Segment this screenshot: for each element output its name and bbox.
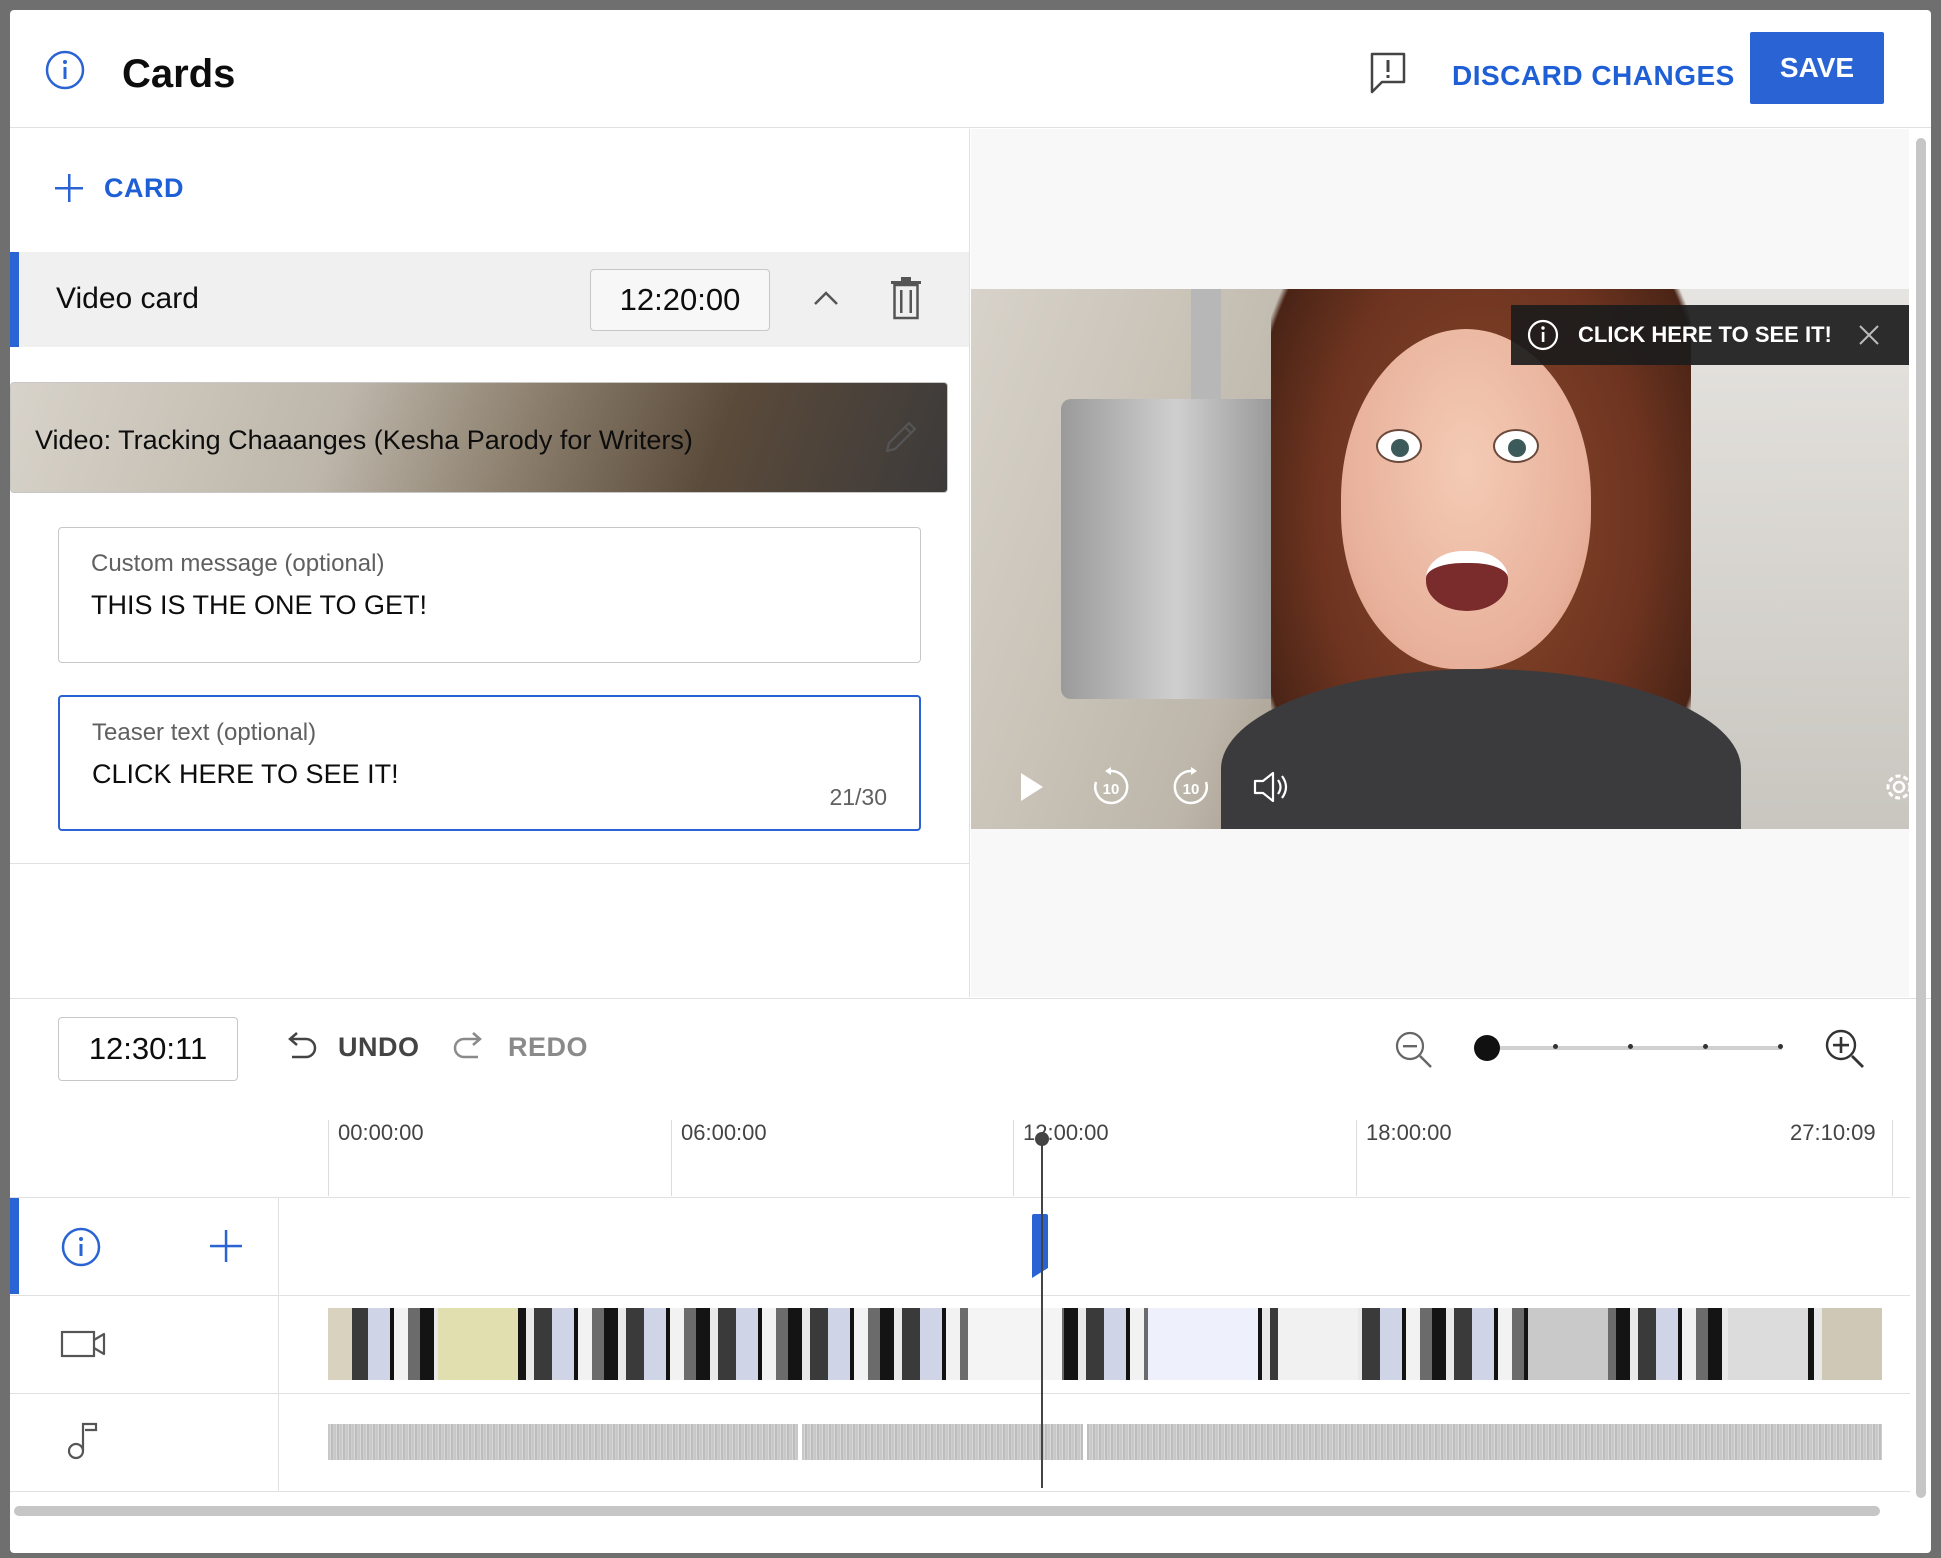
filmstrip-frame: [1728, 1308, 1808, 1380]
add-card-label: CARD: [104, 173, 184, 204]
video-filmstrip: [328, 1308, 1882, 1380]
video-person-eye: [1493, 429, 1539, 463]
preview-panel: CLICK HERE TO SEE IT! 10 10: [971, 129, 1909, 997]
video-person-face: [1341, 329, 1591, 669]
redo-icon: [450, 1027, 490, 1067]
chevron-up-icon[interactable]: [809, 282, 843, 316]
feedback-icon[interactable]: [1368, 50, 1408, 96]
waveform-gap: [798, 1424, 802, 1460]
svg-text:10: 10: [1103, 781, 1120, 798]
save-button[interactable]: SAVE: [1750, 32, 1884, 104]
selected-video-field[interactable]: Video: Tracking Chaaanges (Kesha Parody …: [10, 382, 948, 493]
add-card-track-icon[interactable]: [206, 1226, 246, 1266]
ruler-tick: [671, 1120, 672, 1196]
teaser-text-label: Teaser text (optional): [92, 719, 316, 747]
zoom-slider-knob[interactable]: [1474, 1035, 1500, 1061]
card-item-header[interactable]: Video card 12:20:00: [10, 252, 969, 347]
undo-button[interactable]: UNDO: [280, 1027, 420, 1067]
divider: [10, 1295, 1910, 1296]
filmstrip-frame: [968, 1308, 1062, 1380]
zoom-step-dot: [1628, 1044, 1633, 1049]
card-editor-panel: CARD Video card 12:20:00 Video: Tracking…: [10, 129, 970, 997]
selected-video-title: Video: Tracking Chaaanges (Kesha Parody …: [35, 425, 693, 456]
undo-icon: [280, 1027, 320, 1067]
custom-message-field[interactable]: Custom message (optional) THIS IS THE ON…: [58, 527, 921, 663]
timeline-current-time[interactable]: 12:30:11: [58, 1017, 238, 1081]
card-teaser-overlay[interactable]: CLICK HERE TO SEE IT!: [1511, 305, 1909, 365]
vertical-scrollbar[interactable]: [1916, 138, 1926, 1498]
plus-icon: [52, 171, 86, 205]
ruler-label: 06:00:00: [681, 1120, 767, 1146]
ruler-label: 27:10:09: [1790, 1120, 1876, 1146]
music-note-icon: [66, 1420, 102, 1460]
video-person-eye: [1376, 429, 1422, 463]
cards-dialog: Cards DISCARD CHANGES SAVE CARD Video ca…: [10, 10, 1931, 1553]
divider: [10, 1197, 1910, 1198]
dialog-header: Cards DISCARD CHANGES SAVE: [10, 10, 1931, 128]
ruler-label: 00:00:00: [338, 1120, 424, 1146]
ruler-tick: [1892, 1120, 1893, 1196]
rewind-10-icon[interactable]: 10: [1089, 765, 1133, 809]
video-background-heater: [1061, 399, 1291, 699]
svg-text:10: 10: [1183, 781, 1200, 798]
filmstrip-frame: [438, 1308, 518, 1380]
ruler-tick: [1013, 1120, 1014, 1196]
zoom-step-dot: [1703, 1044, 1708, 1049]
video-person-mouth: [1426, 551, 1508, 611]
horizontal-scrollbar[interactable]: [14, 1506, 1880, 1516]
teaser-overlay-text: CLICK HERE TO SEE IT!: [1578, 322, 1832, 348]
selected-track-indicator: [10, 1198, 19, 1294]
filmstrip-frame: [1528, 1308, 1608, 1380]
playhead[interactable]: [1041, 1138, 1043, 1488]
filmstrip-frame: [1148, 1308, 1258, 1380]
teaser-text-value[interactable]: CLICK HERE TO SEE IT!: [92, 759, 399, 790]
teaser-char-counter: 21/30: [829, 784, 887, 811]
filmstrip-frame: [1822, 1308, 1882, 1380]
ruler-label: 18:00:00: [1366, 1120, 1452, 1146]
discard-changes-button[interactable]: DISCARD CHANGES: [1452, 60, 1735, 92]
divider: [10, 1491, 1910, 1492]
zoom-in-icon[interactable]: [1822, 1026, 1866, 1070]
custom-message-label: Custom message (optional): [91, 550, 384, 578]
audio-waveform: [328, 1424, 1882, 1460]
player-controls: 10 10: [1009, 765, 1329, 809]
ruler-tick: [328, 1120, 329, 1196]
add-card-button[interactable]: CARD: [52, 171, 184, 205]
delete-icon[interactable]: [888, 276, 924, 320]
zoom-out-icon[interactable]: [1392, 1028, 1434, 1070]
edit-pencil-icon[interactable]: [881, 417, 921, 457]
zoom-step-dot: [1553, 1044, 1558, 1049]
divider: [10, 998, 1931, 999]
divider: [10, 1393, 1910, 1394]
card-timeline-marker[interactable]: [1032, 1214, 1048, 1278]
divider: [10, 863, 969, 864]
video-camera-icon: [60, 1326, 106, 1362]
teaser-text-field[interactable]: Teaser text (optional) CLICK HERE TO SEE…: [58, 695, 921, 831]
video-preview[interactable]: CLICK HERE TO SEE IT! 10 10: [971, 289, 1909, 829]
timeline-ruler: 00:00:00 06:00:00 12:00:00 18:00:00 27:1…: [328, 1120, 1898, 1196]
redo-label: REDO: [508, 1032, 588, 1063]
filmstrip-frame: [328, 1308, 352, 1380]
zoom-step-dot: [1778, 1044, 1783, 1049]
redo-button[interactable]: REDO: [450, 1027, 588, 1067]
zoom-slider[interactable]: [1480, 1046, 1782, 1050]
filmstrip-frame: [1278, 1308, 1358, 1380]
play-icon[interactable]: [1009, 765, 1053, 809]
custom-message-value[interactable]: THIS IS THE ONE TO GET!: [91, 590, 427, 621]
info-icon: [60, 1226, 102, 1268]
card-start-time-field[interactable]: 12:20:00: [590, 269, 770, 331]
gear-icon[interactable]: [1879, 767, 1909, 807]
divider: [278, 1197, 279, 1491]
page-title: Cards: [122, 52, 235, 97]
card-type-label: Video card: [56, 282, 199, 316]
waveform-gap: [1083, 1424, 1087, 1460]
volume-icon[interactable]: [1249, 765, 1293, 809]
forward-10-icon[interactable]: 10: [1169, 765, 1213, 809]
undo-label: UNDO: [338, 1032, 420, 1063]
info-icon: [44, 49, 86, 91]
ruler-tick: [1356, 1120, 1357, 1196]
close-icon[interactable]: [1857, 323, 1881, 347]
info-icon: [1526, 318, 1560, 352]
